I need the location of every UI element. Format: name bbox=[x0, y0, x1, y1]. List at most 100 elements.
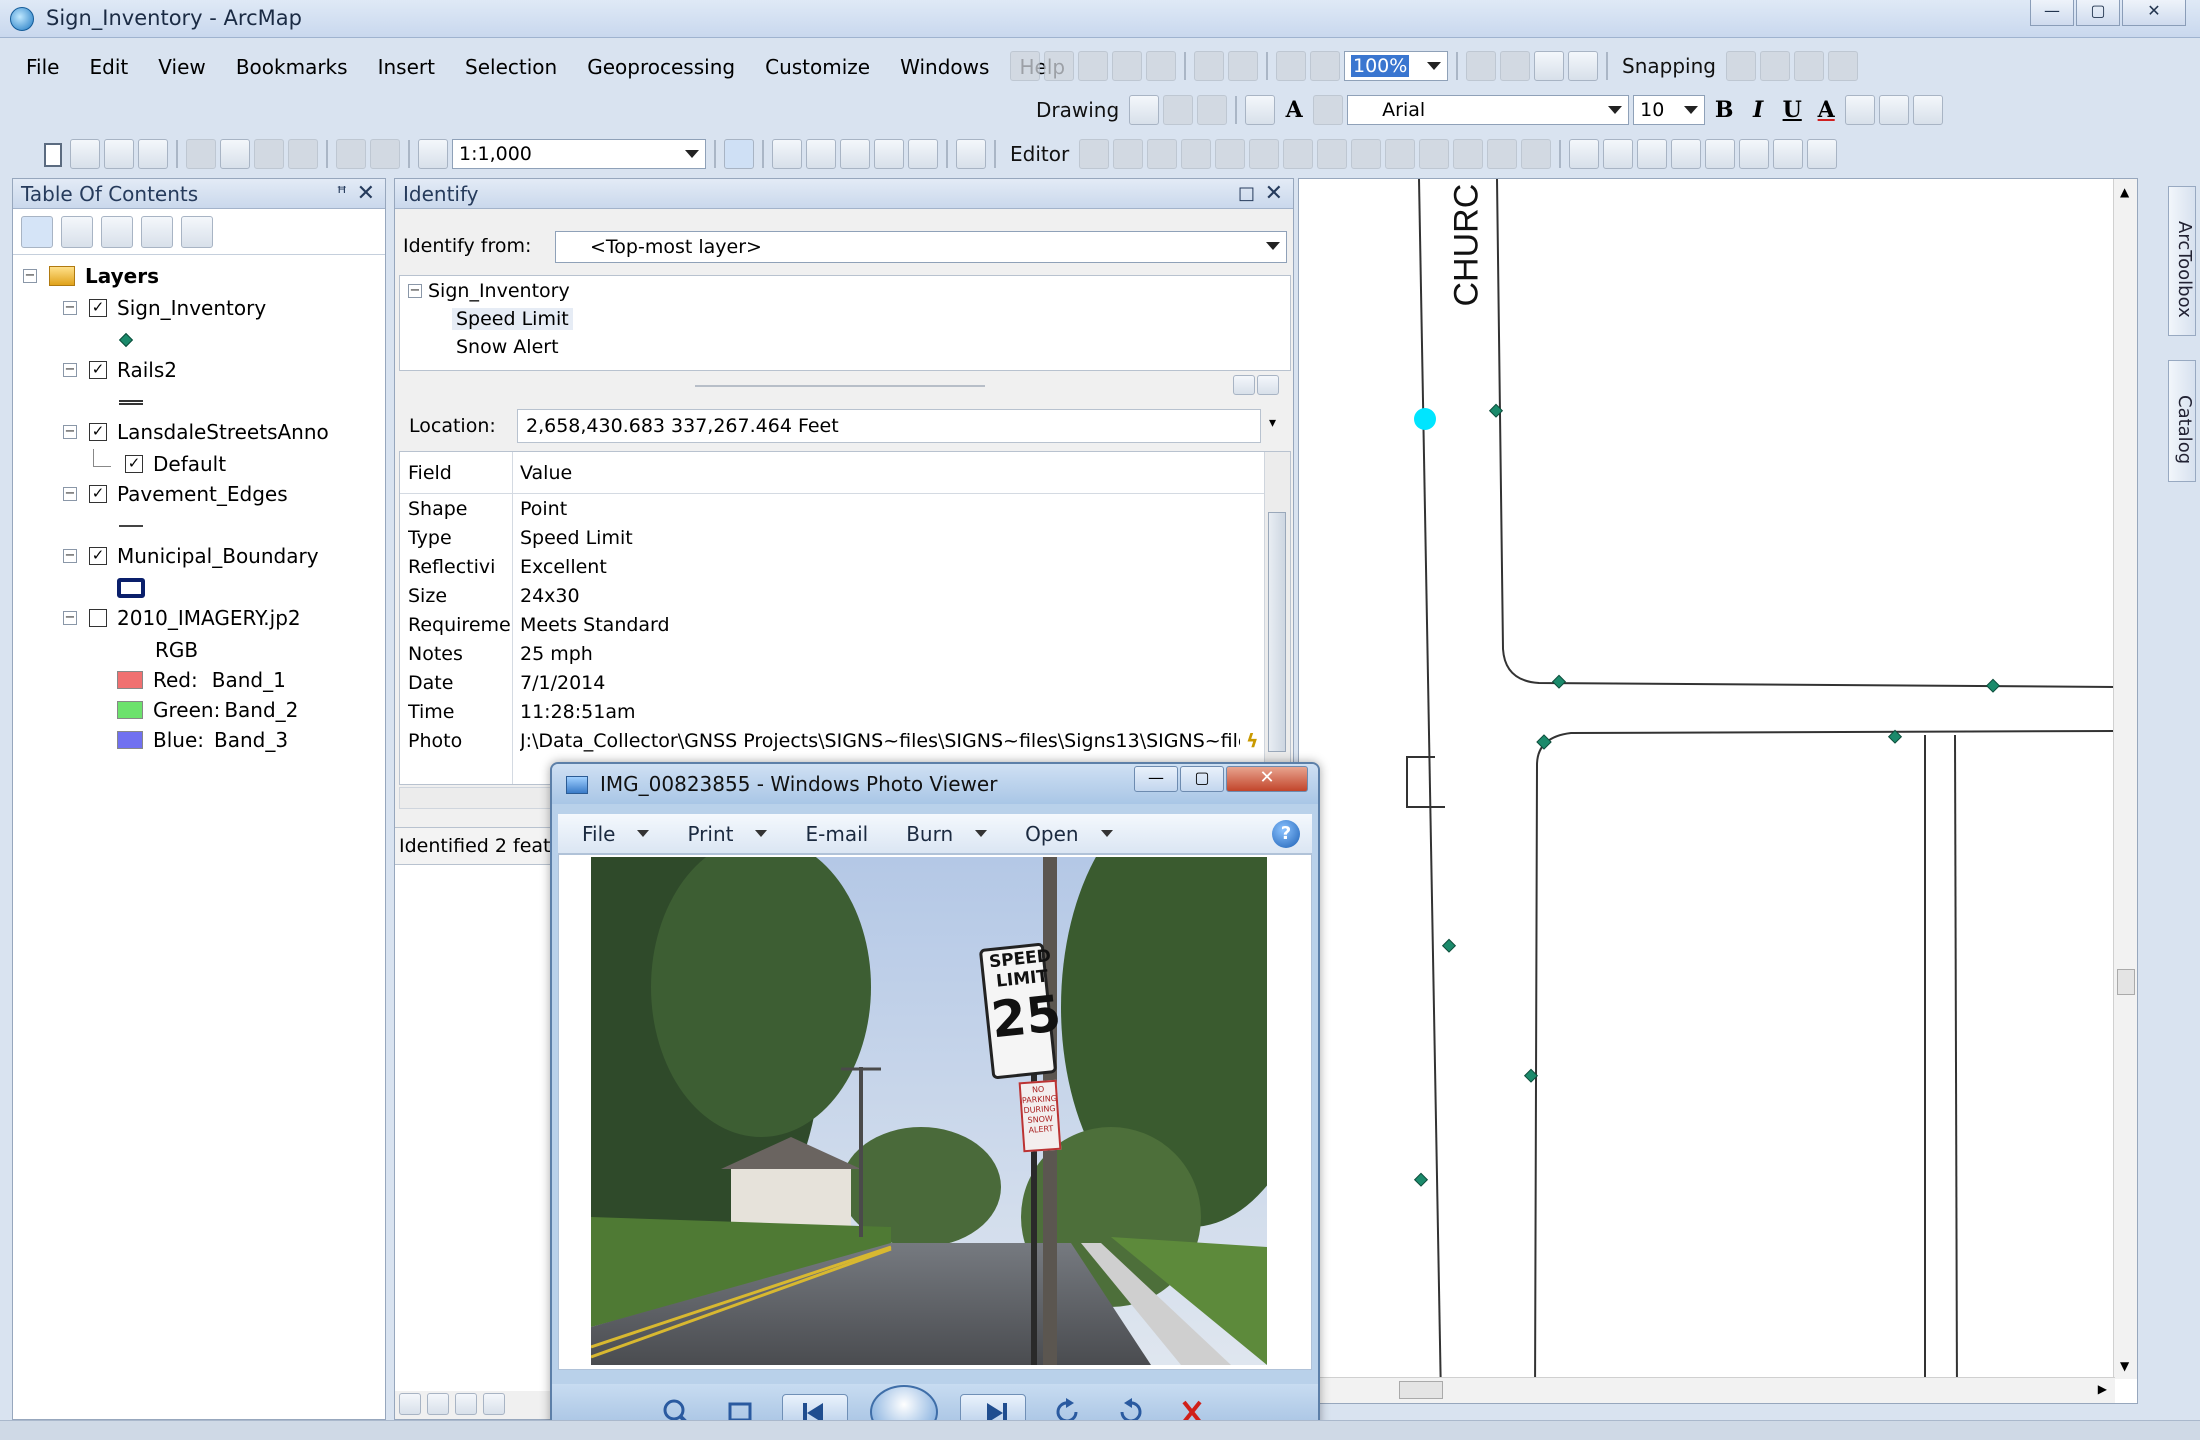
layer-rails2[interactable]: − ✓ Rails2 bbox=[63, 355, 177, 385]
layers-root[interactable]: − Layers bbox=[23, 261, 159, 291]
create-features-icon[interactable] bbox=[1521, 139, 1552, 169]
splitter[interactable] bbox=[695, 385, 985, 387]
scroll-right-icon[interactable]: ▶ bbox=[2098, 1382, 2107, 1396]
font-size-combo[interactable]: 10 bbox=[1633, 95, 1706, 125]
menu-bookmarks[interactable]: Bookmarks bbox=[224, 50, 360, 84]
go-back-icon[interactable] bbox=[1773, 139, 1804, 169]
scrollbar-thumb[interactable] bbox=[1399, 1381, 1443, 1399]
change-layout-icon[interactable] bbox=[1568, 51, 1598, 81]
options-icon[interactable] bbox=[181, 215, 213, 248]
attribute-grid-scrollbar[interactable] bbox=[1264, 452, 1290, 784]
scrollbar-thumb[interactable] bbox=[2117, 969, 2135, 995]
arctoolbox-icon[interactable] bbox=[874, 139, 904, 169]
layer-lansdale-streets-anno[interactable]: − ✓ LansdaleStreetsAnno bbox=[63, 417, 329, 447]
forward-extent-icon[interactable] bbox=[1310, 51, 1340, 81]
table-row[interactable]: Date 7/1/2014 bbox=[400, 672, 1264, 701]
bold-button[interactable]: B bbox=[1709, 97, 1739, 123]
end-snapping-icon[interactable] bbox=[1759, 51, 1790, 81]
zoom-out-icon[interactable] bbox=[1603, 139, 1634, 169]
marker-color-icon[interactable] bbox=[1913, 95, 1944, 125]
tree-feature-speed-limit[interactable]: Speed Limit bbox=[452, 308, 573, 330]
catalog-window-icon[interactable] bbox=[806, 139, 836, 169]
list-by-drawing-order-icon[interactable] bbox=[21, 215, 53, 248]
selected-sign-point[interactable] bbox=[1414, 408, 1436, 430]
menu-customize[interactable]: Customize bbox=[753, 50, 882, 84]
snapping-menu[interactable]: Snapping bbox=[1616, 54, 1722, 78]
map-horizontal-scrollbar[interactable]: ▶ bbox=[1299, 1377, 2115, 1403]
edit-annotation-icon[interactable] bbox=[1113, 139, 1144, 169]
map-scale-combo[interactable]: 1:1,000 bbox=[452, 139, 706, 169]
edit-vertices-icon[interactable] bbox=[1313, 95, 1344, 125]
table-row[interactable]: Time 11:28:51am bbox=[400, 701, 1264, 730]
pv-maximize-button[interactable]: ▢ bbox=[1180, 766, 1224, 792]
open-folder-icon[interactable] bbox=[70, 139, 100, 169]
select-elements-icon[interactable] bbox=[1129, 95, 1160, 125]
zoom-in-fixed-icon[interactable] bbox=[1010, 51, 1040, 81]
list-by-visibility-icon[interactable] bbox=[101, 215, 133, 248]
straight-segment-icon[interactable] bbox=[1147, 139, 1178, 169]
maximize-button[interactable]: ▢ bbox=[2076, 0, 2120, 26]
data-view-icon[interactable] bbox=[399, 1393, 421, 1415]
font-color-button[interactable]: A bbox=[1811, 97, 1841, 123]
collapse-icon[interactable]: − bbox=[63, 301, 77, 315]
minimize-button[interactable]: — bbox=[2030, 0, 2074, 26]
menu-insert[interactable]: Insert bbox=[366, 50, 447, 84]
identify-from-select[interactable]: <Top-most layer> bbox=[555, 231, 1287, 263]
pv-menu-file[interactable]: File bbox=[558, 822, 663, 846]
table-row[interactable]: Type Speed Limit bbox=[400, 527, 1264, 556]
zoom-percent-combo[interactable]: 100% bbox=[1344, 51, 1448, 81]
back-extent-icon[interactable] bbox=[1276, 51, 1306, 81]
menu-geoprocessing[interactable]: Geoprocessing bbox=[575, 50, 747, 84]
fill-color-icon[interactable] bbox=[1845, 95, 1876, 125]
tree-feature-snow-alert[interactable]: Snow Alert bbox=[456, 336, 559, 358]
redo-icon[interactable] bbox=[370, 139, 400, 169]
table-row[interactable]: Photo J:\Data_Collector\GNSS Projects\SI… bbox=[400, 730, 1264, 759]
annotation-class-default[interactable]: ✓ Default bbox=[93, 449, 226, 479]
pan-hand-icon[interactable] bbox=[1637, 139, 1668, 169]
italic-button[interactable]: I bbox=[1743, 97, 1773, 123]
fixed-zoom-in-icon[interactable] bbox=[1705, 139, 1736, 169]
value-column-header[interactable]: Value bbox=[520, 462, 1264, 484]
python-window-icon[interactable] bbox=[908, 139, 938, 169]
collapse-icon[interactable]: − bbox=[408, 284, 422, 298]
pv-menu-burn[interactable]: Burn bbox=[882, 822, 1001, 846]
cut-polygons-icon[interactable] bbox=[1351, 139, 1382, 169]
point-icon[interactable] bbox=[1249, 139, 1280, 169]
zoom-out-fixed-icon[interactable] bbox=[1044, 51, 1074, 81]
edit-tool-icon[interactable] bbox=[1079, 139, 1110, 169]
layer-sign-inventory[interactable]: − ✓ Sign_Inventory bbox=[63, 293, 266, 323]
sign-point[interactable] bbox=[1551, 674, 1567, 689]
reshape-icon[interactable] bbox=[1317, 139, 1348, 169]
layout-toggle-icon[interactable] bbox=[1466, 51, 1496, 81]
draft-mode-icon[interactable] bbox=[1500, 51, 1530, 81]
pv-menu-email[interactable]: E-mail bbox=[781, 822, 882, 846]
table-row[interactable]: Size 24x30 bbox=[400, 585, 1264, 614]
list-by-source-icon[interactable] bbox=[61, 215, 93, 248]
full-extent-globe-icon[interactable] bbox=[1671, 139, 1702, 169]
print-icon[interactable] bbox=[138, 139, 168, 169]
close-button[interactable]: ✕ bbox=[2122, 0, 2186, 26]
info-icon[interactable] bbox=[1257, 375, 1279, 395]
expand-all-icon[interactable] bbox=[1233, 375, 1255, 395]
layer-visibility-checkbox[interactable]: ✓ bbox=[89, 299, 107, 317]
hyperlink-lightning-icon[interactable]: ϟ bbox=[1246, 730, 1259, 752]
zoom-to-selected-icon[interactable] bbox=[1197, 95, 1228, 125]
trace-icon[interactable] bbox=[1215, 139, 1246, 169]
toc-close-icon[interactable]: ✕ bbox=[357, 179, 375, 209]
pv-minimize-button[interactable]: — bbox=[1134, 766, 1178, 792]
map-vertical-scrollbar[interactable]: ▲ ▼ bbox=[2113, 179, 2137, 1379]
menu-selection[interactable]: Selection bbox=[453, 50, 569, 84]
menu-windows[interactable]: Windows bbox=[888, 50, 1001, 84]
focus-frame-icon[interactable] bbox=[1534, 51, 1564, 81]
identify-maximize-icon[interactable]: □ bbox=[1238, 179, 1255, 209]
scroll-up-icon[interactable]: ▲ bbox=[2120, 185, 2129, 199]
layer-visibility-checkbox[interactable] bbox=[89, 609, 107, 627]
zoom-in-icon[interactable] bbox=[1569, 139, 1600, 169]
scrollbar-thumb[interactable] bbox=[1268, 512, 1286, 752]
location-options-icon[interactable]: ▾ bbox=[1269, 415, 1276, 431]
end-point-arc-icon[interactable] bbox=[1181, 139, 1212, 169]
undo-icon[interactable] bbox=[336, 139, 366, 169]
sketch-properties-icon[interactable] bbox=[1487, 139, 1518, 169]
point-snapping-icon[interactable] bbox=[1725, 51, 1756, 81]
collapse-icon[interactable]: − bbox=[63, 611, 77, 625]
